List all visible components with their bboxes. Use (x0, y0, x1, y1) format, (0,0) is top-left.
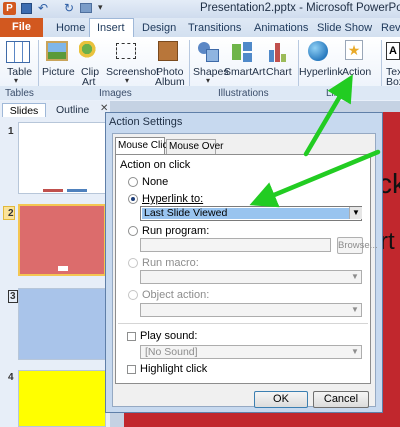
arrow-to-hyperlink-option (249, 149, 381, 208)
arrow-to-action-button (303, 74, 353, 157)
annotation-arrows (249, 74, 381, 208)
